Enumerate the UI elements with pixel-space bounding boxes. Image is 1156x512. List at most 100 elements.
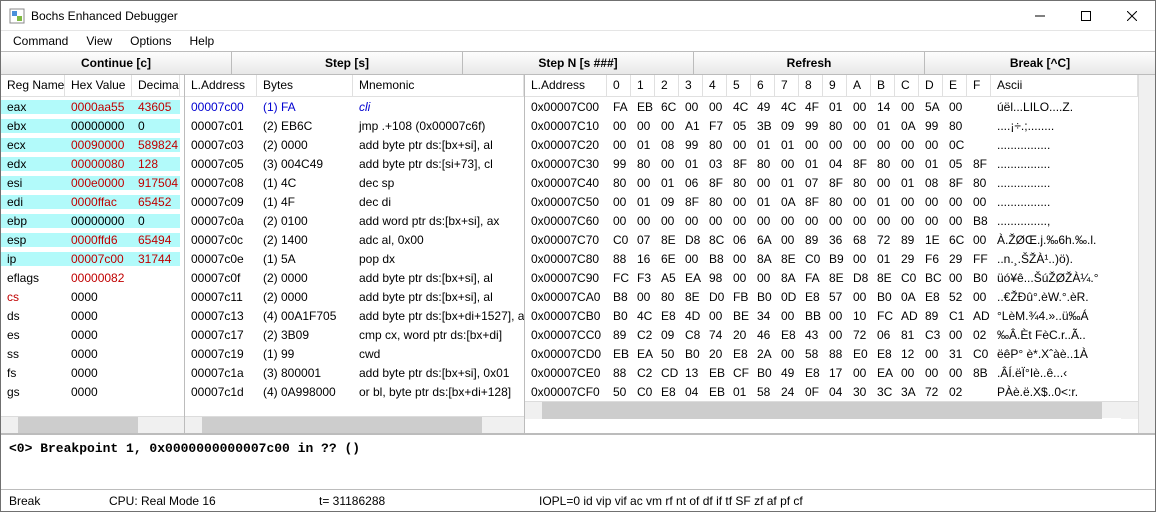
dis-row[interactable]: 00007c0a(2) 0100add word ptr ds:[bx+si],… (185, 211, 524, 230)
reg-row[interactable]: ip00007c0031744 (1, 249, 184, 268)
reg-row[interactable]: edi0000ffac65452 (1, 192, 184, 211)
mem-row[interactable]: 0x00007C90FCF3A5EA9800008AFA8ED88EC0BC00… (525, 268, 1138, 287)
mem-row[interactable]: 0x00007CD0EBEA50B020E82A005888E0E8120031… (525, 344, 1138, 363)
reg-row[interactable]: es0000 (1, 325, 184, 344)
menu-options[interactable]: Options (122, 32, 179, 50)
mem-row[interactable]: 0x00007C8088166E00B8008A8EC0B9000129F629… (525, 249, 1138, 268)
status-flags: IOPL=0 id vip vif ac vm rf nt of df if t… (539, 494, 803, 508)
close-button[interactable] (1109, 1, 1155, 31)
dis-row[interactable]: 00007c00(1) FAcli (185, 97, 524, 116)
mem-hdr-cell[interactable]: 4 (703, 75, 727, 96)
dis-row[interactable]: 00007c19(1) 99cwd (185, 344, 524, 363)
reg-row[interactable]: esi000e0000917504 (1, 173, 184, 192)
dis-row[interactable]: 00007c01(2) EB6Cjmp .+108 (0x00007c6f) (185, 116, 524, 135)
step-n-button[interactable]: Step N [s ###] (463, 52, 694, 74)
window-title: Bochs Enhanced Debugger (31, 9, 1017, 23)
reg-row[interactable]: ecx00090000589824 (1, 135, 184, 154)
reg-hdr-name[interactable]: Reg Name (1, 75, 65, 96)
mem-row[interactable]: 0x00007CF050C0E804EB0158240F04303C3A7202… (525, 382, 1138, 401)
console-output[interactable]: <0> Breakpoint 1, 0x0000000000007c00 in … (1, 434, 1155, 489)
mem-hdr-cell[interactable]: 1 (631, 75, 655, 96)
mem-hdr-cell[interactable]: 7 (775, 75, 799, 96)
dis-row[interactable]: 00007c17(2) 3B09cmp cx, word ptr ds:[bx+… (185, 325, 524, 344)
mem-row[interactable]: 0x00007C2000010899800001010000000000000C… (525, 135, 1138, 154)
toolbar: Continue [c] Step [s] Step N [s ###] Ref… (1, 51, 1155, 75)
mem-row[interactable]: 0x00007C10000000A1F7053B09998000010A9980… (525, 116, 1138, 135)
continue-button[interactable]: Continue [c] (1, 52, 232, 74)
mem-hdr-cell[interactable]: Ascii (991, 75, 1138, 96)
mem-hdr-cell[interactable]: D (919, 75, 943, 96)
refresh-button[interactable]: Refresh (694, 52, 925, 74)
dis-row[interactable]: 00007c1a(3) 800001add byte ptr ds:[bx+si… (185, 363, 524, 382)
status-time: t= 31186288 (319, 494, 499, 508)
mem-row[interactable]: 0x00007C00FAEB6C00004C494C4F010014005A00… (525, 97, 1138, 116)
mem-hdr-cell[interactable]: 9 (823, 75, 847, 96)
reg-row[interactable]: fs0000 (1, 363, 184, 382)
mem-hdr-cell[interactable]: A (847, 75, 871, 96)
mem-row[interactable]: 0x00007CA0B800808ED0FBB00DE85700B00AE852… (525, 287, 1138, 306)
maximize-button[interactable] (1063, 1, 1109, 31)
mem-hdr-cell[interactable]: 0 (607, 75, 631, 96)
mem-hdr-cell[interactable]: 6 (751, 75, 775, 96)
dis-row[interactable]: 00007c13(4) 00A1F705add byte ptr ds:[bx+… (185, 306, 524, 325)
reg-hdr-dec[interactable]: Decimal (132, 75, 180, 96)
mem-row[interactable]: 0x00007C40800001068F800001078F800001088F… (525, 173, 1138, 192)
registers-pane: Reg Name Hex Value Decimal eax0000aa5543… (1, 75, 185, 433)
mem-row[interactable]: 0x00007C60000000000000000000000000000000… (525, 211, 1138, 230)
mem-hdr-cell[interactable]: L.Address (525, 75, 607, 96)
dis-hdr-addr[interactable]: L.Address (185, 75, 257, 96)
dis-hscroll[interactable] (185, 416, 524, 433)
mem-hdr-cell[interactable]: C (895, 75, 919, 96)
reg-hdr-hex[interactable]: Hex Value (65, 75, 132, 96)
mem-row[interactable]: 0x00007CC089C209C8742046E84300720681C300… (525, 325, 1138, 344)
statusbar: Break CPU: Real Mode 16 t= 31186288 IOPL… (1, 489, 1155, 511)
menu-command[interactable]: Command (5, 32, 76, 50)
dis-row[interactable]: 00007c0e(1) 5Apop dx (185, 249, 524, 268)
menu-view[interactable]: View (78, 32, 120, 50)
mem-vscroll[interactable] (1138, 75, 1155, 433)
dis-row[interactable]: 00007c0c(2) 1400adc al, 0x00 (185, 230, 524, 249)
status-state: Break (9, 494, 69, 508)
mem-row[interactable]: 0x00007C70C0078ED88C066A0089366872891E6C… (525, 230, 1138, 249)
mem-hdr-cell[interactable]: F (967, 75, 991, 96)
mem-hdr-cell[interactable]: 5 (727, 75, 751, 96)
reg-row[interactable]: gs0000 (1, 382, 184, 401)
dis-row[interactable]: 00007c03(2) 0000add byte ptr ds:[bx+si],… (185, 135, 524, 154)
mem-hdr-cell[interactable]: 3 (679, 75, 703, 96)
dis-row[interactable]: 00007c09(1) 4Fdec di (185, 192, 524, 211)
reg-row[interactable]: eflags00000082 (1, 268, 184, 287)
dis-row[interactable]: 00007c08(1) 4Cdec sp (185, 173, 524, 192)
mem-row[interactable]: 0x00007CE088C2CD13EBCFB049E81700EA000000… (525, 363, 1138, 382)
dis-hdr-bytes[interactable]: Bytes (257, 75, 353, 96)
mem-row[interactable]: 0x00007C500001098F8000010A8F800001000000… (525, 192, 1138, 211)
titlebar: Bochs Enhanced Debugger (1, 1, 1155, 31)
menubar: Command View Options Help (1, 31, 1155, 51)
mem-hdr-cell[interactable]: B (871, 75, 895, 96)
dis-row[interactable]: 00007c1d(4) 0A998000or bl, byte ptr ds:[… (185, 382, 524, 401)
dis-hdr-mnem[interactable]: Mnemonic (353, 75, 524, 96)
minimize-button[interactable] (1017, 1, 1063, 31)
mem-hdr-cell[interactable]: E (943, 75, 967, 96)
reg-row[interactable]: ds0000 (1, 306, 184, 325)
mem-hdr-cell[interactable]: 2 (655, 75, 679, 96)
mem-row[interactable]: 0x00007CB0B04CE84D00BE3400BB0010FCAD89C1… (525, 306, 1138, 325)
reg-hscroll[interactable] (1, 416, 184, 433)
menu-help[interactable]: Help (182, 32, 223, 50)
reg-row[interactable]: esp0000ffd665494 (1, 230, 184, 249)
dis-row[interactable]: 00007c11(2) 0000add byte ptr ds:[bx+si],… (185, 287, 524, 306)
mem-row[interactable]: 0x00007C3099800001038F800001048F80000105… (525, 154, 1138, 173)
mem-hdr-cell[interactable]: 8 (799, 75, 823, 96)
reg-row[interactable]: edx00000080128 (1, 154, 184, 173)
dis-row[interactable]: 00007c0f(2) 0000add byte ptr ds:[bx+si],… (185, 268, 524, 287)
dis-row[interactable]: 00007c05(3) 004C49add byte ptr ds:[si+73… (185, 154, 524, 173)
reg-row[interactable]: ebp000000000 (1, 211, 184, 230)
reg-row[interactable]: eax0000aa5543605 (1, 97, 184, 116)
mem-hscroll[interactable] (525, 401, 1138, 418)
memory-pane: L.Address0123456789ABCDEFAscii 0x00007C0… (525, 75, 1155, 433)
reg-row[interactable]: cs0000 (1, 287, 184, 306)
reg-row[interactable]: ebx000000000 (1, 116, 184, 135)
step-button[interactable]: Step [s] (232, 52, 463, 74)
reg-row[interactable]: ss0000 (1, 344, 184, 363)
break-button[interactable]: Break [^C] (925, 52, 1155, 74)
status-cpu: CPU: Real Mode 16 (109, 494, 279, 508)
